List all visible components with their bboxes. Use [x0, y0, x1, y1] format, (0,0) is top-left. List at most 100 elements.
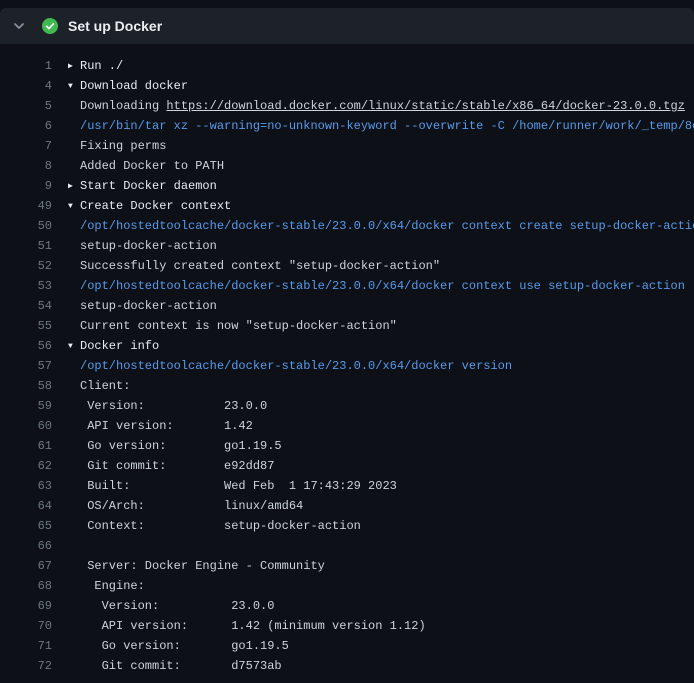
log-line-content: Added Docker to PATH	[68, 156, 694, 176]
log-link[interactable]: https://download.docker.com/linux/static…	[166, 99, 684, 113]
log-line-content: /usr/bin/tar xz --warning=no-unknown-key…	[68, 116, 694, 136]
line-number[interactable]: 72	[0, 656, 52, 676]
log-row: 62 Git commit: e92dd87	[0, 456, 694, 476]
command-text: /opt/hostedtoolcache/docker-stable/23.0.…	[80, 219, 694, 233]
triangle-down-icon[interactable]: ▼	[68, 337, 80, 356]
log-row: 64 OS/Arch: linux/amd64	[0, 496, 694, 516]
line-number[interactable]: 57	[0, 356, 52, 376]
log-row: 59 Version: 23.0.0	[0, 396, 694, 416]
line-number[interactable]: 6	[0, 116, 52, 136]
group-title-text: Run ./	[80, 59, 123, 73]
log-text: setup-docker-action	[80, 299, 217, 313]
group-title-text: Docker info	[80, 339, 159, 353]
line-number[interactable]: 8	[0, 156, 52, 176]
log-line-content: ▶Start Docker daemon	[68, 176, 694, 196]
log-line-content: API version: 1.42 (minimum version 1.12)	[68, 616, 694, 636]
line-number[interactable]: 53	[0, 276, 52, 296]
log-row: 51setup-docker-action	[0, 236, 694, 256]
chevron-down-icon[interactable]	[12, 19, 26, 33]
triangle-right-icon[interactable]: ▶	[68, 57, 80, 76]
check-circle-icon	[42, 18, 58, 34]
log-group-row[interactable]: 49 ▼Create Docker context	[0, 196, 694, 216]
log-line-content: Git commit: d7573ab	[68, 656, 694, 676]
log-line-content: ▼Create Docker context	[68, 196, 694, 216]
log-row: 61 Go version: go1.19.5	[0, 436, 694, 456]
log-line-content: Version: 23.0.0	[68, 396, 694, 416]
log-line-content: Version: 23.0.0	[68, 596, 694, 616]
log-line-content: setup-docker-action	[68, 296, 694, 316]
line-number[interactable]: 66	[0, 536, 52, 556]
log-line-content: ▼Docker info	[68, 336, 694, 356]
line-number[interactable]: 61	[0, 436, 52, 456]
line-number[interactable]: 52	[0, 256, 52, 276]
line-number[interactable]: 50	[0, 216, 52, 236]
line-number[interactable]: 51	[0, 236, 52, 256]
log-text: Version: 23.0.0	[80, 599, 274, 613]
line-number[interactable]: 7	[0, 136, 52, 156]
log-line-content: /opt/hostedtoolcache/docker-stable/23.0.…	[68, 276, 694, 296]
log-row: 53/opt/hostedtoolcache/docker-stable/23.…	[0, 276, 694, 296]
log-row: 50/opt/hostedtoolcache/docker-stable/23.…	[0, 216, 694, 236]
log-line-content: Go version: go1.19.5	[68, 636, 694, 656]
log-line-content	[68, 536, 694, 556]
log-text: OS/Arch: linux/amd64	[80, 499, 303, 513]
line-number[interactable]: 65	[0, 516, 52, 536]
line-number[interactable]: 68	[0, 576, 52, 596]
line-number[interactable]: 4	[0, 76, 52, 96]
log-row: 67 Server: Docker Engine - Community	[0, 556, 694, 576]
log-row: 71 Go version: go1.19.5	[0, 636, 694, 656]
log-row: 7Fixing perms	[0, 136, 694, 156]
line-number[interactable]: 62	[0, 456, 52, 476]
log-line-content: API version: 1.42	[68, 416, 694, 436]
log-line-content: OS/Arch: linux/amd64	[68, 496, 694, 516]
line-number[interactable]: 70	[0, 616, 52, 636]
log-row: 8 Added Docker to PATH	[0, 156, 694, 176]
line-number[interactable]: 60	[0, 416, 52, 436]
log-group-row[interactable]: 9 ▶Start Docker daemon	[0, 176, 694, 196]
log-row: 63 Built: Wed Feb 1 17:43:29 2023	[0, 476, 694, 496]
log-group-row[interactable]: 1 ▶Run ./	[0, 56, 694, 76]
log-row: 60 API version: 1.42	[0, 416, 694, 436]
line-number[interactable]: 58	[0, 376, 52, 396]
log-line-content: ▶Run ./	[68, 56, 694, 76]
log-text: Server: Docker Engine - Community	[80, 559, 325, 573]
log-text: Current context is now "setup-docker-act…	[80, 319, 397, 333]
log-text: Engine:	[80, 579, 145, 593]
line-number[interactable]: 69	[0, 596, 52, 616]
log-text: Git commit: d7573ab	[80, 659, 282, 673]
log-row: 69 Version: 23.0.0	[0, 596, 694, 616]
line-number[interactable]: 71	[0, 636, 52, 656]
line-number[interactable]: 56	[0, 336, 52, 356]
line-number[interactable]: 9	[0, 176, 52, 196]
log-line-content: Current context is now "setup-docker-act…	[68, 316, 694, 336]
log-row: 65 Context: setup-docker-action	[0, 516, 694, 536]
log-text: Go version: go1.19.5	[80, 639, 289, 653]
triangle-right-icon[interactable]: ▶	[68, 177, 80, 196]
log-row: 72 Git commit: d7573ab	[0, 656, 694, 676]
log-line-content: /opt/hostedtoolcache/docker-stable/23.0.…	[68, 356, 694, 376]
log-text: Downloading	[80, 99, 166, 113]
log-group-row[interactable]: 4▼Download docker	[0, 76, 694, 96]
log-text: API version: 1.42	[80, 419, 253, 433]
log-text: Go version: go1.19.5	[80, 439, 282, 453]
line-number[interactable]: 55	[0, 316, 52, 336]
line-number[interactable]: 64	[0, 496, 52, 516]
line-number[interactable]: 63	[0, 476, 52, 496]
step-title: Set up Docker	[68, 18, 162, 34]
log-row: 68 Engine:	[0, 576, 694, 596]
line-number[interactable]: 5	[0, 96, 52, 116]
line-number[interactable]: 54	[0, 296, 52, 316]
log-text: Added Docker to PATH	[80, 159, 224, 173]
triangle-down-icon[interactable]: ▼	[68, 77, 80, 96]
line-number[interactable]: 1	[0, 56, 52, 76]
log-text: Built: Wed Feb 1 17:43:29 2023	[80, 479, 397, 493]
step-header[interactable]: Set up Docker	[0, 8, 694, 44]
line-number[interactable]: 67	[0, 556, 52, 576]
triangle-down-icon[interactable]: ▼	[68, 197, 80, 216]
line-number[interactable]: 49	[0, 196, 52, 216]
line-number[interactable]: 59	[0, 396, 52, 416]
log-group-row[interactable]: 56 ▼Docker info	[0, 336, 694, 356]
log-row: 70 API version: 1.42 (minimum version 1.…	[0, 616, 694, 636]
log-row: 58Client:	[0, 376, 694, 396]
log-line-content: Context: setup-docker-action	[68, 516, 694, 536]
